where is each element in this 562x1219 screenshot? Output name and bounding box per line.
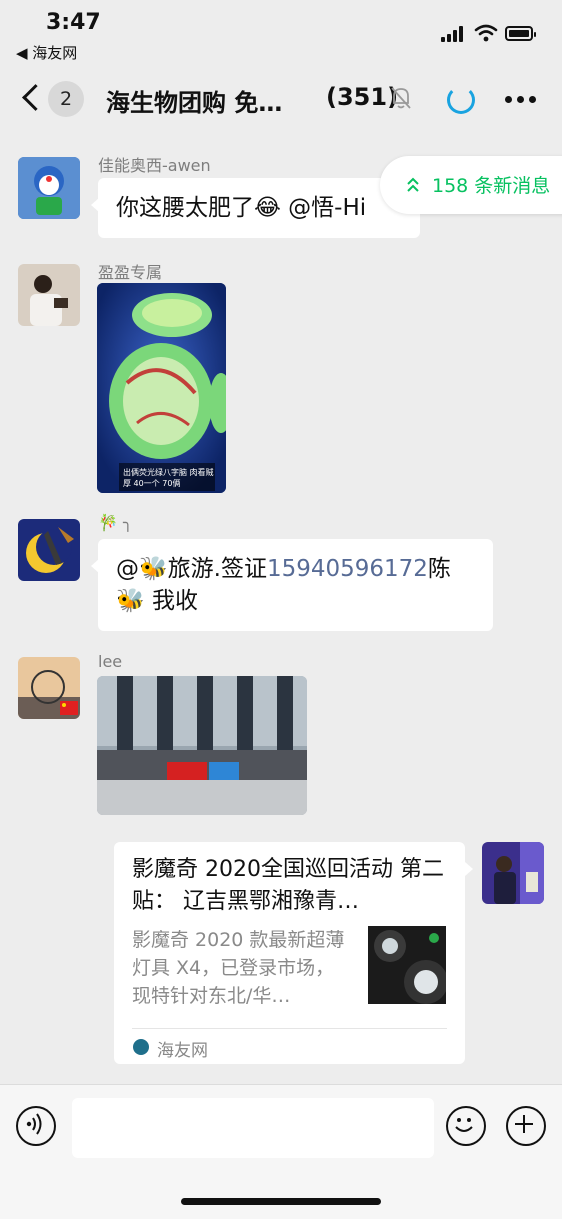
member-count: (351) <box>326 83 399 111</box>
article-description: 影魔奇 2020 款最新超薄灯具 X4，已登录市场，现特针对东北/华… <box>132 929 345 1007</box>
message-bubble[interactable]: 你这腰太肥了😂 @悟-Hi <box>91 178 420 238</box>
sender-name: lee <box>98 652 123 671</box>
chat-title[interactable]: 海生物团购 免… <box>106 83 306 118</box>
avatar[interactable] <box>18 264 80 326</box>
muted-bell-icon <box>391 87 411 109</box>
status-bar: 3:47 ◀ 海友网 <box>0 0 562 64</box>
wifi-icon <box>474 24 498 42</box>
voice-input-icon[interactable] <box>16 1106 56 1146</box>
article-title: 影魔奇 2020全国巡回活动 第二贴： 辽吉黑鄂湘豫青… <box>132 857 444 914</box>
message-text: 你这腰太肥了 <box>116 195 254 221</box>
laughing-emoji-icon: 😂 <box>254 195 281 221</box>
mention-text: @悟-Hi <box>280 195 367 221</box>
loading-spinner-icon <box>447 86 475 114</box>
avatar[interactable] <box>18 157 80 219</box>
clock: 3:47 <box>46 10 101 35</box>
group-photo[interactable] <box>97 676 307 815</box>
avatar[interactable] <box>18 519 80 581</box>
message-bubble[interactable]: @🐝旅游.签证15940596172陈 🐝 我收 <box>91 539 493 631</box>
photo-caption: 出俩荧光绿八字脑 肉看贼厚 40一个 70俩 <box>123 468 214 488</box>
new-messages-button[interactable]: 158 条新消息 <box>380 156 562 214</box>
article-thumbnail <box>368 926 446 1004</box>
more-options-icon[interactable] <box>505 96 537 104</box>
sender-name: 盈盈专属 <box>98 263 163 282</box>
back-chevron-icon[interactable] <box>18 82 44 114</box>
shared-article-card[interactable]: 影魔奇 2020全国巡回活动 第二贴： 辽吉黑鄂湘豫青… 影魔奇 2020 款最… <box>114 842 473 1064</box>
chat-header: 2 海生物团购 免… (351) <box>0 64 562 132</box>
home-indicator[interactable] <box>181 1198 381 1205</box>
sender-name: 佳能奥西-awen <box>98 156 211 175</box>
double-chevron-up-icon <box>407 177 419 192</box>
phone-number-link[interactable]: 15940596172 <box>267 556 428 582</box>
source-logo-icon <box>133 1039 149 1055</box>
message-text-line2: 🐝 我收 <box>116 588 198 614</box>
mention-text: @🐝旅游.签证 <box>116 556 267 582</box>
battery-icon <box>505 26 536 41</box>
plus-icon[interactable] <box>506 1106 546 1146</box>
coral-photo[interactable]: 出俩荧光绿八字脑 肉看贼厚 40一个 70俩 <box>97 283 226 493</box>
avatar[interactable] <box>18 657 80 719</box>
new-messages-label: 158 条新消息 <box>432 175 551 197</box>
message-text: 陈 <box>427 556 451 582</box>
cellular-signal-icon <box>441 26 465 42</box>
sender-name: 🎋 ╮ <box>98 513 133 532</box>
unread-count-badge[interactable]: 2 <box>48 81 84 117</box>
return-to-app-link[interactable]: ◀ 海友网 <box>16 42 77 63</box>
avatar[interactable] <box>482 842 544 904</box>
article-source: 海友网 <box>157 1041 208 1061</box>
divider <box>132 1028 447 1029</box>
emoji-icon[interactable] <box>446 1106 486 1146</box>
message-input[interactable] <box>72 1098 434 1158</box>
